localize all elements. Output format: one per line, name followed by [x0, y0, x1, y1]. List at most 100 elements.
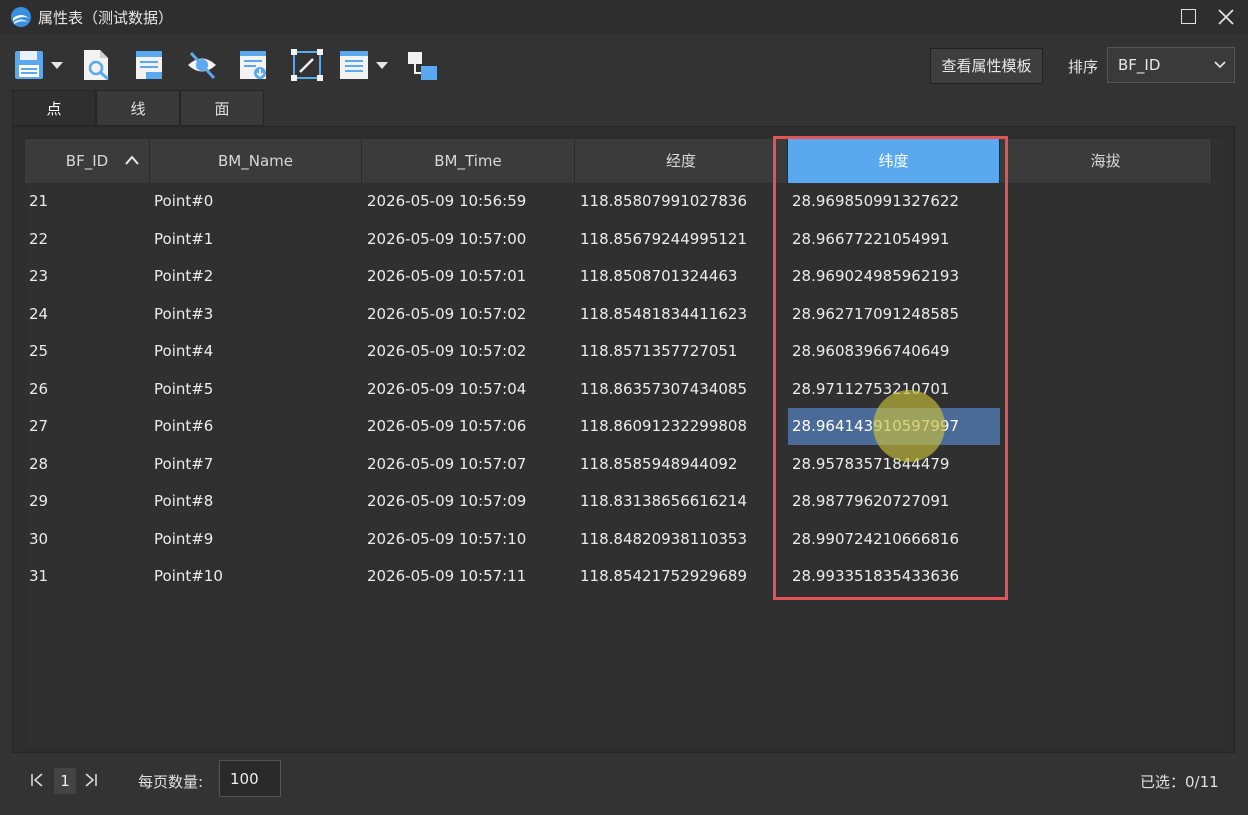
table-cell[interactable]: 29: [29, 483, 48, 520]
column-header-bm-name[interactable]: BM_Name: [150, 139, 362, 183]
table-cell[interactable]: 28.962717091248585: [792, 296, 959, 333]
table-cell[interactable]: 28.993351835433636: [792, 558, 959, 595]
table-cell[interactable]: Point#8: [154, 483, 213, 520]
list-icon: [340, 51, 388, 79]
column-header-bm-time[interactable]: BM_Time: [362, 139, 575, 183]
table-cell[interactable]: 118.85481834411623: [580, 296, 747, 333]
table-cell[interactable]: 118.8571357727051: [580, 333, 737, 370]
current-page[interactable]: 1: [54, 768, 76, 794]
table-row[interactable]: 30 Point#9 2026-05-09 10:57:10 118.84820938…: [25, 521, 1224, 558]
table-cell[interactable]: 25: [29, 333, 48, 370]
table-row[interactable]: 25 Point#4 2026-05-09 10:57:02 118.85713577…: [25, 333, 1224, 370]
table-cell[interactable]: 2026-05-09 10:57:02: [367, 296, 526, 333]
table-cell[interactable]: Point#5: [154, 371, 213, 408]
table-cell[interactable]: 28.96677221054991: [792, 221, 949, 258]
list-button[interactable]: [338, 48, 392, 82]
table-cell[interactable]: 2026-05-09 10:57:00: [367, 221, 526, 258]
table-cell[interactable]: 2026-05-09 10:57:02: [367, 333, 526, 370]
table-cell[interactable]: Point#7: [154, 446, 213, 483]
table-cell[interactable]: 2026-05-09 10:57:04: [367, 371, 526, 408]
table-cell[interactable]: Point#9: [154, 521, 213, 558]
table-cell[interactable]: 31: [29, 558, 48, 595]
table-cell[interactable]: 118.8508701324463: [580, 258, 737, 295]
table-cell[interactable]: 118.85807991027836: [580, 183, 747, 220]
first-page-icon[interactable]: [30, 772, 44, 788]
table-row[interactable]: 21 Point#0 2026-05-09 10:56:59 118.85807991…: [25, 183, 1224, 220]
sort-ascending-icon: [125, 155, 139, 165]
preview-button[interactable]: [82, 48, 114, 82]
table-cell[interactable]: 22: [29, 221, 48, 258]
table-row[interactable]: 29 Point#8 2026-05-09 10:57:09 118.83138656…: [25, 483, 1224, 520]
table-cell[interactable]: 118.84820938110353: [580, 521, 747, 558]
table-cell[interactable]: 27: [29, 408, 48, 445]
edit-button[interactable]: [290, 48, 324, 82]
table-cell[interactable]: Point#6: [154, 408, 213, 445]
view-template-button[interactable]: 查看属性模板: [930, 48, 1043, 84]
export-button[interactable]: [134, 48, 166, 82]
table-cell[interactable]: 28.95783571844479: [792, 446, 949, 483]
table-row[interactable]: 28 Point#7 2026-05-09 10:57:07 118.85859489…: [25, 446, 1224, 483]
table-cell[interactable]: 118.86091232299808: [580, 408, 747, 445]
per-page-label: 每页数量:: [138, 773, 204, 791]
tab-line[interactable]: 线: [96, 90, 180, 126]
table-cell[interactable]: 118.85679244995121: [580, 221, 747, 258]
maximize-button[interactable]: [1176, 5, 1200, 29]
sort-select[interactable]: BF_ID: [1107, 47, 1235, 83]
table-cell[interactable]: 28.964143910597997: [788, 408, 1000, 445]
table-cell[interactable]: 2026-05-09 10:57:06: [367, 408, 526, 445]
table-cell[interactable]: 24: [29, 296, 48, 333]
close-icon: [1218, 9, 1234, 25]
table-cell[interactable]: 2026-05-09 10:57:01: [367, 258, 526, 295]
table-cell[interactable]: 28: [29, 446, 48, 483]
link-button[interactable]: [406, 48, 438, 82]
import-button[interactable]: [238, 48, 270, 82]
maximize-icon: [1181, 9, 1196, 24]
save-icon: [15, 51, 63, 79]
per-page-input[interactable]: [219, 760, 281, 797]
table-cell[interactable]: 28.990724210666816: [792, 521, 959, 558]
save-button[interactable]: [14, 48, 66, 82]
table-cell[interactable]: 2026-05-09 10:57:11: [367, 558, 526, 595]
table-cell[interactable]: 118.86357307434085: [580, 371, 747, 408]
table-row[interactable]: 22 Point#1 2026-05-09 10:57:00 118.85679244…: [25, 221, 1224, 258]
table-cell[interactable]: 28.98779620727091: [792, 483, 949, 520]
table-cell[interactable]: 28.97112753210701: [792, 371, 949, 408]
table-cell[interactable]: 2026-05-09 10:57:10: [367, 521, 526, 558]
tab-polygon[interactable]: 面: [180, 90, 264, 126]
close-button[interactable]: [1214, 5, 1238, 29]
tab-point[interactable]: 点: [12, 90, 96, 126]
table-frame: BF_ID BM_Name BM_Time 经度 纬度 海拔 21 Point#0…: [12, 126, 1235, 753]
table-cell[interactable]: Point#2: [154, 258, 213, 295]
table-cell[interactable]: 28.969850991327622: [792, 183, 959, 220]
column-header-longitude[interactable]: 经度: [575, 139, 788, 183]
table-cell[interactable]: Point#10: [154, 558, 223, 595]
column-header-bf-id[interactable]: BF_ID: [25, 139, 150, 183]
table-row[interactable]: 24 Point#3 2026-05-09 10:57:02 118.85481834…: [25, 296, 1224, 333]
table-cell[interactable]: 118.83138656616214: [580, 483, 747, 520]
table-row[interactable]: 31 Point#10 2026-05-09 10:57:11 118.8542175…: [25, 558, 1224, 595]
hide-button[interactable]: [186, 48, 218, 82]
table-cell[interactable]: 118.8585948944092: [580, 446, 737, 483]
last-page-icon[interactable]: [84, 772, 98, 788]
table-cell[interactable]: 2026-05-09 10:56:59: [367, 183, 526, 220]
table-row[interactable]: 27 Point#6 2026-05-09 10:57:06 118.86091232…: [25, 408, 1224, 445]
table-row[interactable]: 23 Point#2 2026-05-09 10:57:01 118.85087013…: [25, 258, 1224, 295]
table-cell[interactable]: 28.96083966740649: [792, 333, 949, 370]
table-cell[interactable]: 118.85421752929689: [580, 558, 747, 595]
table-cell[interactable]: 26: [29, 371, 48, 408]
table-cell[interactable]: Point#1: [154, 221, 213, 258]
column-header-latitude[interactable]: 纬度: [788, 139, 1000, 183]
table-cell[interactable]: 23: [29, 258, 48, 295]
table-cell[interactable]: 2026-05-09 10:57:09: [367, 483, 526, 520]
table-cell[interactable]: Point#4: [154, 333, 213, 370]
table-cell[interactable]: 28.969024985962193: [792, 258, 959, 295]
column-header-label: BF_ID: [65, 152, 109, 170]
window-title: 属性表（测试数据）: [38, 9, 174, 27]
table-row[interactable]: 26 Point#5 2026-05-09 10:57:04 118.86357307…: [25, 371, 1224, 408]
column-header-altitude[interactable]: 海拔: [1000, 139, 1212, 183]
table-cell[interactable]: Point#3: [154, 296, 213, 333]
table-cell[interactable]: 21: [29, 183, 48, 220]
table-cell[interactable]: 2026-05-09 10:57:07: [367, 446, 526, 483]
table-cell[interactable]: Point#0: [154, 183, 213, 220]
table-cell[interactable]: 30: [29, 521, 48, 558]
